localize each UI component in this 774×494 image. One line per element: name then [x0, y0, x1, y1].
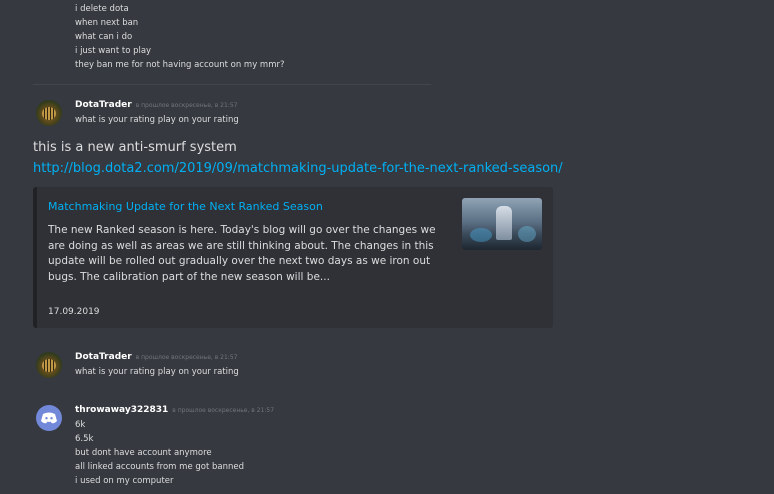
- message-line: i delete dota: [75, 4, 129, 14]
- message-divider: [33, 84, 431, 85]
- embed-description: The new Ranked season is here. Today's b…: [48, 224, 436, 283]
- avatar[interactable]: [36, 100, 62, 126]
- message-line: 6.5k: [75, 434, 94, 444]
- message-header: throwaway322831 в прошлое воскресенье, в…: [75, 405, 274, 415]
- embed-date: 17.09.2019: [48, 307, 100, 317]
- message-line: all linked accounts from me got banned: [75, 462, 245, 472]
- timestamp: в прошлое воскресенье, в 21:57: [135, 102, 238, 109]
- username[interactable]: DotaTrader: [75, 352, 132, 362]
- message-line: 6k: [75, 420, 86, 430]
- username[interactable]: throwaway322831: [75, 405, 168, 415]
- link-embed: Matchmaking Update for the Next Ranked S…: [33, 187, 553, 328]
- message-header: DotaTrader в прошлое воскресенье, в 21:5…: [75, 352, 237, 362]
- username[interactable]: DotaTrader: [75, 100, 132, 110]
- discord-logo-icon: [41, 412, 57, 424]
- message-line: what can i do: [75, 32, 133, 42]
- message-line: but dont have account anymore: [75, 448, 212, 458]
- message-line: they ban me for not having account on my…: [75, 60, 285, 70]
- timestamp: в прошлое воскресенье, в 21:57: [172, 407, 275, 414]
- embed-title[interactable]: Matchmaking Update for the Next Ranked S…: [48, 200, 323, 213]
- message-header: DotaTrader в прошлое воскресенье, в 21:5…: [75, 100, 237, 110]
- message-text: this is a new anti-smurf system: [33, 140, 237, 155]
- timestamp: в прошлое воскресенье, в 21:57: [135, 354, 238, 361]
- message-text: what is your rating play on your rating: [75, 367, 239, 377]
- avatar[interactable]: [36, 352, 62, 378]
- message-line: i used on my computer: [75, 476, 174, 486]
- message-text: what is your rating play on your rating: [75, 115, 239, 125]
- message-link[interactable]: http://blog.dota2.com/2019/09/matchmakin…: [33, 161, 563, 176]
- embed-thumbnail[interactable]: [462, 198, 542, 250]
- message-line: i just want to play: [75, 46, 152, 56]
- avatar[interactable]: [36, 405, 62, 431]
- message-line: when next ban: [75, 18, 139, 28]
